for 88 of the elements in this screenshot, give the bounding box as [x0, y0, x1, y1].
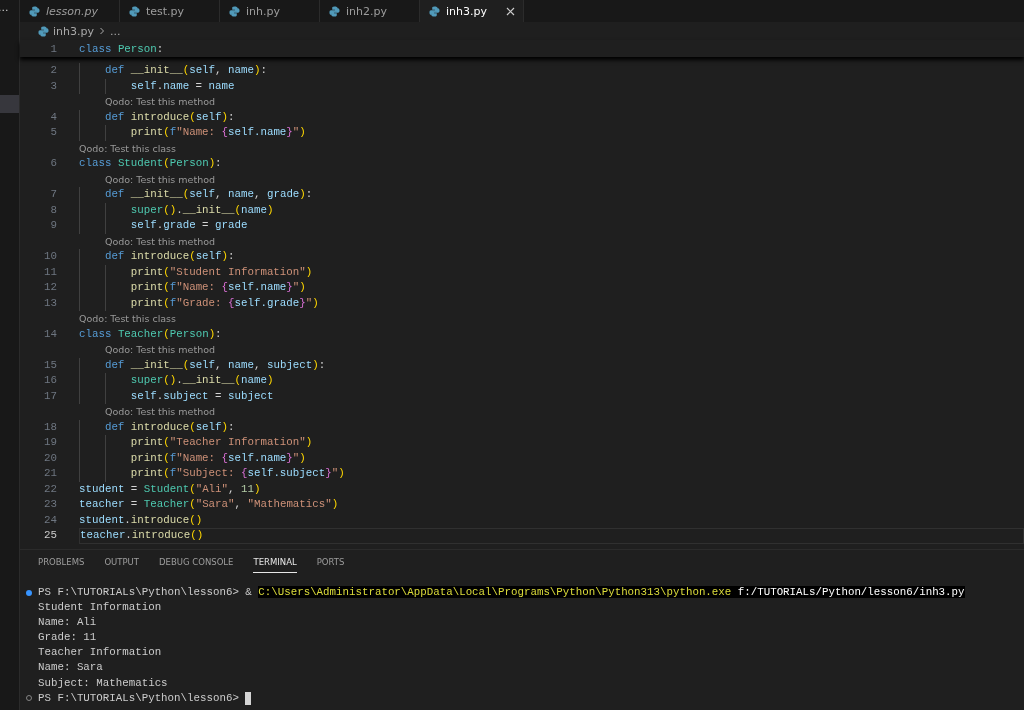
panel-tab[interactable]: OUTPUT — [104, 557, 140, 573]
line-number: 8 — [49, 202, 57, 218]
codelens-link[interactable]: Qodo: Test this method — [104, 233, 216, 249]
code-line: super().__init__(name) — [79, 202, 274, 218]
line-number: 9 — [49, 218, 57, 233]
panel-tab[interactable]: PROBLEMS — [38, 557, 85, 573]
codelens-link[interactable]: Qodo: Test this method — [104, 404, 216, 420]
line-number: 22 — [43, 481, 57, 497]
python-icon — [429, 5, 440, 17]
line-number: 12 — [43, 280, 57, 295]
line-number: 21 — [43, 466, 57, 481]
line-number: 24 — [43, 512, 57, 528]
code-line: super().__init__(name) — [79, 373, 274, 389]
code-line: print(f"Name: {self.name}") — [79, 450, 306, 466]
python-icon — [38, 25, 49, 37]
code-line: student = Student("Ali", 11) — [79, 481, 261, 497]
panel-tab[interactable]: PORTS — [316, 557, 345, 573]
code-line: def __init__(self, name, grade): — [79, 187, 313, 203]
terminal-line: Grade: 11 — [38, 630, 97, 646]
codelens-link[interactable]: Qodo: Test this method — [104, 94, 216, 110]
code-line: student.introduce() — [79, 512, 203, 528]
panel-tab[interactable]: DEBUG CONSOLE — [159, 557, 234, 573]
code-line: print("Student Information") — [79, 264, 313, 280]
terminal-line: PS F:\TUTORIALs\Python\lesson6> — [38, 690, 240, 706]
python-icon — [329, 5, 340, 17]
tab-label: lesson.py — [46, 4, 98, 18]
line-number: 20 — [43, 450, 57, 466]
line-number: 6 — [49, 156, 57, 171]
codelens-link[interactable]: Qodo: Test this method — [104, 171, 216, 187]
line-number: 19 — [43, 435, 57, 450]
code-line: self.grade = grade — [79, 218, 248, 234]
line-number: 16 — [43, 373, 57, 388]
code-line: class Teacher(Person): — [79, 326, 222, 342]
line-number: 10 — [43, 249, 57, 264]
line-number: 13 — [43, 295, 57, 311]
code-line: print(f"Name: {self.name}") — [79, 280, 306, 296]
code-line: print(f"Grade: {self.grade}") — [79, 295, 319, 311]
terminal-line: Subject: Mathematics — [38, 675, 168, 691]
line-number: 25 — [43, 528, 57, 543]
codelens-link[interactable]: Qodo: Test this class — [79, 311, 177, 327]
tab-label: test.py — [146, 4, 185, 18]
code-line: class Student(Person): — [79, 156, 222, 171]
python-icon — [29, 5, 40, 17]
code-line: class Person: — [79, 42, 164, 55]
tab-label: inh.py — [246, 4, 280, 18]
line-number: 2 — [49, 63, 57, 78]
panel-tab[interactable]: TERMINAL — [253, 557, 297, 573]
line-number: 11 — [43, 264, 57, 280]
line-number: 23 — [43, 497, 57, 512]
code-line: def introduce(self): — [79, 109, 235, 125]
terminal-line: PS F:\TUTORIALs\Python\lesson6> & C:\Users\Administrator\AppData\Local\Programs\Python\Python313\python.exe f:/TUTORIALs/Python/lesson6/inh3.py — [38, 585, 965, 600]
tab-label: inh3.py — [446, 4, 487, 18]
code-line: def __init__(self, name, subject): — [79, 357, 326, 373]
terminal-line: Name: Ali — [38, 615, 97, 631]
terminal-line: Name: Sara — [38, 660, 103, 676]
code-line: teacher = Teacher("Sara", "Mathematics") — [79, 497, 339, 512]
python-icon — [229, 5, 240, 17]
more-icon-text[interactable]: ... — [0, 2, 19, 14]
line-number: 3 — [49, 78, 57, 94]
chevron-icon — [98, 27, 106, 35]
line-number: 17 — [43, 388, 57, 404]
codelens-link[interactable]: Qodo: Test this class — [79, 140, 177, 156]
line-number: 7 — [49, 187, 57, 202]
terminal-line: Teacher Information — [38, 645, 162, 661]
editor-tab[interactable]: inh3.py — [420, 0, 524, 22]
code-line: self.name = name — [79, 78, 235, 94]
line-number: 18 — [43, 419, 57, 435]
code-line: def introduce(self): — [79, 249, 235, 265]
code-line: print("Teacher Information") — [79, 435, 313, 451]
line-number: 14 — [43, 326, 57, 342]
tab-label: inh2.py — [346, 4, 387, 18]
terminal-line: Student Information — [38, 600, 162, 616]
terminal-cursor — [245, 691, 252, 705]
line-number: 4 — [49, 109, 57, 125]
code-line: print(f"Subject: {self.subject}") — [79, 466, 345, 482]
python-icon — [129, 5, 140, 17]
code-line: def introduce(self): — [79, 419, 235, 435]
breadcrumb-file[interactable]: inh3.py — [53, 24, 94, 38]
line-number: 5 — [49, 125, 57, 140]
codelens-link[interactable]: Qodo: Test this method — [104, 342, 216, 358]
line-number: 1 — [49, 42, 57, 55]
code-line: self.subject = subject — [79, 388, 274, 404]
breadcrumb-symbol[interactable]: ... — [110, 24, 121, 38]
line-number: 15 — [43, 357, 57, 373]
command-status-dot[interactable] — [26, 589, 32, 596]
close-icon[interactable] — [506, 6, 515, 16]
code-line: def __init__(self, name): — [79, 63, 267, 79]
code-line: print(f"Name: {self.name}") — [79, 125, 306, 141]
